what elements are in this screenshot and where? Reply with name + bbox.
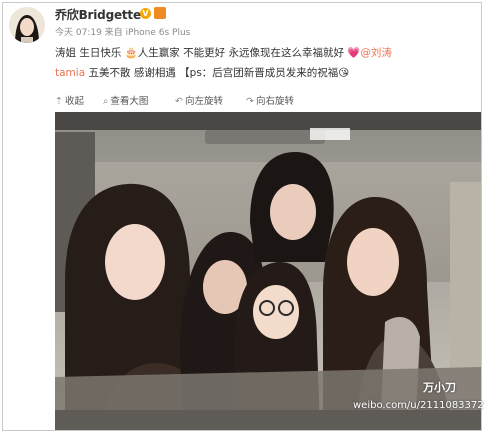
rotate-left-button[interactable]: ↶ 向左旋转 [175, 93, 223, 107]
collapse-label: 收起 [64, 96, 84, 107]
mention-link[interactable]: @刘涛 [360, 47, 392, 59]
view-large-button[interactable]: ⌕ 查看大图 [103, 93, 148, 107]
rotate-right-label: 向右旋转 [255, 96, 294, 107]
username[interactable]: 乔欣Bridgette [55, 6, 141, 23]
cake-icon: 🎂 [124, 47, 138, 59]
post-text-part: 涛姐 生日快乐 [55, 47, 125, 59]
arrow-up-icon: ⇡ [55, 96, 63, 107]
avatar[interactable] [9, 7, 45, 43]
post-photo[interactable] [55, 112, 481, 430]
image-toolbar: ⇡ 收起 ⌕ 查看大图 ↶ 向左旋转 ↷ 向右旋转 [55, 93, 455, 109]
rotate-left-icon: ↶ [175, 96, 183, 107]
medal-icon [154, 7, 166, 19]
watermark-url: weibo.com/u/2111083372 [353, 400, 484, 411]
collapse-button[interactable]: ⇡ 收起 [55, 93, 84, 107]
zoom-icon: ⌕ [103, 96, 109, 107]
rotate-left-label: 向左旋转 [184, 96, 223, 107]
verified-badge-icon: V [140, 8, 151, 19]
rotate-right-button[interactable]: ↷ 向右旋转 [246, 93, 294, 107]
post-text: 涛姐 生日快乐 🎂人生赢家 不能更好 永远像现在这么幸福就好 💗@刘涛 tami… [55, 43, 415, 83]
view-large-label: 查看大图 [110, 96, 149, 107]
watermark-brand: 万小刀 [423, 381, 456, 394]
post-meta: 今天 07:19 来自 iPhone 6s Plus [55, 28, 191, 38]
rotate-right-icon: ↷ [246, 96, 254, 107]
heart-icon: 💗 [347, 47, 361, 59]
post-text-part: 人生赢家 不能更好 永远像现在这么幸福就好 [137, 47, 348, 59]
post-text-part: 【ps：后宫团新晋成员发来的祝福 [179, 67, 339, 79]
weibo-post-card: 乔欣Bridgette V 今天 07:19 来自 iPhone 6s Plus… [2, 2, 484, 431]
mention-link[interactable]: tamia [55, 67, 85, 79]
wink-emoji-icon: 😘 [338, 67, 350, 79]
post-text-part: 五美不散 感谢相遇 [85, 67, 180, 79]
